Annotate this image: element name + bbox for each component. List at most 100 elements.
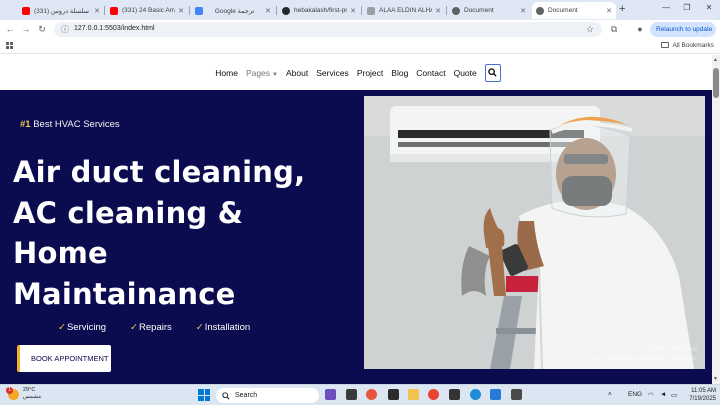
scroll-down-icon[interactable]: ▼ [713, 376, 718, 382]
tab-label: ALAA ELDIN ALHAL [379, 7, 432, 14]
hero-heading-line: Air duct cleaning, [13, 155, 306, 189]
wifi-icon[interactable]: ◠ [648, 391, 654, 399]
close-icon[interactable]: ✕ [435, 7, 441, 15]
close-icon[interactable]: ✕ [265, 7, 271, 15]
tab-github[interactable]: hebakalash/first-pro ✕ [278, 2, 360, 19]
weather-desc: مشمس [23, 394, 42, 400]
system-clock[interactable]: 11:05 AM 7/19/2025 [682, 387, 716, 403]
restore-button[interactable]: ❐ [680, 3, 694, 12]
nav-contact[interactable]: Contact [416, 68, 445, 78]
close-icon[interactable]: ✕ [350, 7, 356, 15]
chrome-icon[interactable] [428, 389, 439, 400]
url-text[interactable]: 127.0.0.1:5503/index.html [74, 25, 155, 32]
nav-quote[interactable]: Quote [454, 68, 477, 78]
relaunch-button[interactable]: Relaunch to update [650, 22, 716, 37]
tab-youtube-arabic[interactable]: (331) سلسلة دروس ... ✕ [18, 2, 104, 19]
sun-icon: 1 [6, 386, 19, 400]
watermark-line: Activate Windows [641, 346, 697, 353]
taskbar-search[interactable]: Search [216, 388, 319, 403]
nav-about[interactable]: About [286, 68, 308, 78]
task-view-icon[interactable] [346, 389, 357, 400]
windows-taskbar: 1 29°C مشمس Search ˄ ENG ◠ ◄ ▭ 11:05 AM … [0, 384, 720, 405]
badge-number: #1 [20, 119, 31, 130]
nav-pages-label: Pages [245, 67, 271, 78]
hero-heading-line: Home [13, 236, 108, 270]
activate-windows-watermark: Activate Windows Go to Settings to activ… [587, 345, 698, 363]
vscode-icon[interactable] [490, 389, 501, 400]
badge-text: Best HVAC Services [33, 119, 120, 130]
hero-heading-line: AC cleaning & [13, 195, 244, 230]
check-icon: ✓ [58, 322, 66, 333]
app-box-icon[interactable] [449, 389, 460, 400]
close-window-button[interactable]: ✕ [702, 3, 716, 12]
tab-google-translate[interactable]: Google ترجمة ✕ [191, 2, 275, 19]
copilot-icon[interactable] [325, 389, 336, 400]
close-icon[interactable]: ✕ [606, 7, 612, 15]
forward-icon[interactable]: → [20, 24, 32, 34]
nav-home[interactable]: Home [215, 68, 238, 78]
profile-avatar[interactable]: ● [634, 24, 646, 34]
windows-start-icon[interactable] [198, 389, 210, 401]
all-bookmarks-button[interactable]: All Bookmarks [661, 42, 714, 49]
caret-down-icon: ▼ [272, 71, 278, 78]
technician-illustration [364, 96, 705, 369]
close-icon[interactable]: ✕ [520, 7, 526, 15]
omnibox[interactable]: ⓘ 127.0.0.1:5503/index.html ☆ [54, 22, 602, 37]
youtube-icon [22, 6, 30, 15]
site-navbar: Home Pages ▼ About Services Project Blog … [0, 55, 712, 90]
site-info-icon[interactable]: ⓘ [61, 24, 69, 35]
youtube-icon [110, 6, 118, 15]
tab-youtube-array[interactable]: (331) 24 Basic Array ✕ [106, 2, 188, 19]
service-item: ✓Installation [196, 322, 250, 333]
volume-icon[interactable]: ◄ [660, 391, 666, 398]
nav-blog[interactable]: Blog [391, 68, 408, 78]
service-item: ✓Repairs [130, 322, 172, 333]
apps-grid-icon[interactable] [6, 42, 13, 49]
nav-services[interactable]: Services [316, 68, 349, 78]
tab-label: Document [464, 7, 494, 14]
scrollbar-thumb[interactable] [713, 68, 719, 98]
language-indicator[interactable]: ENG [628, 391, 642, 398]
new-tab-button[interactable]: + [619, 3, 625, 15]
book-appointment-button[interactable]: BOOK APPOINTMENT [17, 345, 111, 372]
tab-label: (331) سلسلة دروس ... [34, 7, 91, 15]
app-icon[interactable] [511, 389, 522, 400]
bookmark-star-icon[interactable]: ☆ [586, 24, 594, 35]
hero-heading: Air duct cleaning, AC cleaning & Home Ma… [13, 152, 363, 314]
clock-date: 7/19/2025 [689, 396, 716, 402]
battery-icon[interactable]: ▭ [671, 391, 677, 399]
nav-pages-dropdown[interactable]: Pages ▼ [246, 68, 278, 78]
site-search-button[interactable] [484, 63, 501, 82]
search-icon [222, 391, 230, 400]
file-explorer-icon[interactable] [408, 389, 419, 400]
nav-project[interactable]: Project [357, 68, 383, 78]
extensions-icon[interactable]: ⧉ [608, 24, 620, 35]
folder-icon [661, 42, 670, 48]
hero-badge: #1 Best HVAC Services [20, 119, 120, 130]
edge-icon[interactable] [470, 389, 481, 400]
watermark-line: Go to Settings to activate Windows. [586, 355, 698, 362]
hero-section: #1 Best HVAC Services Air duct cleaning,… [0, 90, 712, 384]
chevron-up-icon[interactable]: ˄ [608, 391, 612, 398]
globe-icon [536, 6, 544, 15]
tab-document-active[interactable]: Document ✕ [532, 2, 616, 19]
minimize-button[interactable]: — [659, 3, 673, 12]
close-icon[interactable]: ✕ [178, 7, 184, 15]
weather-widget[interactable]: 1 29°C مشمس [6, 386, 42, 401]
search-icon [488, 68, 497, 77]
reload-icon[interactable]: ↻ [36, 24, 48, 35]
tab-document-1[interactable]: Document ✕ [448, 2, 530, 19]
tab-alaa-eldin[interactable]: ALAA ELDIN ALHAL ✕ [363, 2, 445, 19]
terminal-icon[interactable] [388, 389, 399, 400]
scroll-up-icon[interactable]: ▲ [713, 57, 718, 63]
all-bookmarks-label: All Bookmarks [672, 42, 714, 49]
clock-time: 11:05 AM [691, 388, 716, 394]
web-page: Home Pages ▼ About Services Project Blog … [0, 55, 720, 384]
weather-badge: 1 [6, 386, 13, 394]
page-scrollbar[interactable]: ▲ ▼ [712, 55, 720, 384]
close-icon[interactable]: ✕ [94, 7, 100, 15]
back-icon[interactable]: ← [4, 24, 16, 34]
app-icon[interactable] [366, 389, 377, 400]
globe-icon [452, 6, 460, 15]
address-bar-row: ← → ↻ ⓘ 127.0.0.1:5503/index.html ☆ ⧉ ● … [0, 20, 720, 39]
